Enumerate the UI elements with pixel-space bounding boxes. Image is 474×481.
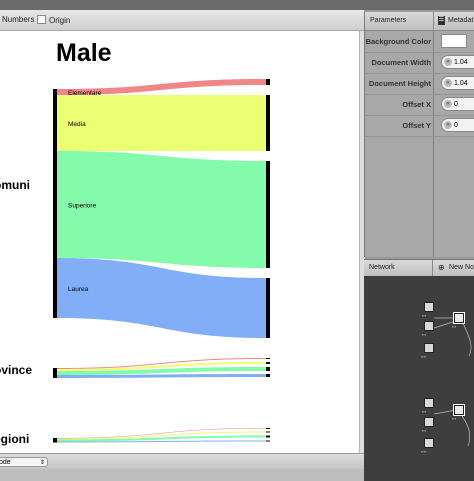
new-node-button[interactable]: New No [449, 264, 474, 271]
network-title: Network [369, 264, 395, 271]
source-node-bar [53, 438, 57, 443]
target-node-bar [266, 435, 270, 438]
group-label: ovince [0, 363, 32, 377]
parameter-value: 1.04 [454, 80, 468, 87]
connection-wire [433, 409, 457, 415]
target-node-bar [266, 95, 270, 151]
chevron-updown-icon: ⇕ [39, 460, 45, 466]
origin-checkbox[interactable] [37, 15, 46, 24]
header-divider [433, 12, 434, 30]
network-connections [433, 317, 472, 447]
document-canvas[interactable]: Male omuni Elementare Media Superiore Laurea… [0, 31, 359, 453]
node-label: ▪▪▪ [422, 409, 427, 414]
drag-handle-icon[interactable]: « [444, 79, 452, 87]
parameter-value: 0 [454, 101, 458, 108]
parameter-label: Offset X [402, 100, 431, 109]
target-node-bar [266, 161, 270, 268]
chart-title: Male [56, 39, 112, 67]
node-label: ▪▪▪ [452, 416, 457, 421]
network-node[interactable] [424, 398, 434, 408]
target-node-bar [266, 358, 270, 359]
metadata-icon[interactable]: ☰ [438, 16, 445, 25]
parameter-value-field[interactable]: «0 [441, 97, 474, 111]
window-top-strip [0, 0, 474, 10]
network-node-selected[interactable] [454, 405, 464, 415]
group-label: egioni [0, 432, 29, 446]
parameter-value: 1.04 [454, 59, 468, 66]
parameter-value-field[interactable]: «1.04 [441, 55, 474, 69]
group-label: omuni [0, 178, 30, 192]
flow-superiore [57, 151, 266, 268]
parameter-value-field[interactable]: «1.04 [441, 76, 474, 90]
drag-handle-icon[interactable]: « [444, 100, 452, 108]
node-label: ▪▪▪ [422, 332, 427, 337]
category-label: Media [68, 121, 86, 128]
source-node-bar [53, 89, 57, 318]
category-label: Laurea [68, 286, 89, 293]
flow-laurea [57, 258, 266, 338]
target-node-bar [266, 367, 270, 371]
network-node[interactable] [424, 438, 434, 448]
canvas-toolbar: Numbers Origin [0, 10, 364, 31]
canvas-bottom-bar: ode ⇕ [0, 453, 364, 470]
target-node-bar [266, 428, 270, 429]
node-label: ▪▪▪▪ [421, 354, 427, 359]
mode-select[interactable]: ode ⇕ [0, 457, 48, 467]
connection-wire [461, 415, 471, 447]
parameter-row: Background Color [365, 31, 474, 53]
network-node[interactable] [424, 417, 434, 427]
parameter-label: Document Height [368, 79, 431, 88]
parameter-value-field[interactable]: «0 [441, 118, 474, 132]
source-node-bar [53, 368, 57, 378]
parameter-row: Offset Y «0 [365, 115, 474, 137]
sankey-chart: Male omuni Elementare Media Superiore Laurea… [0, 39, 270, 446]
network-node-selected[interactable] [454, 313, 464, 323]
parameter-label: Background Color [365, 37, 431, 46]
network-node[interactable] [424, 343, 434, 353]
node-label: ▪▪▪ [422, 428, 427, 433]
parameter-row: Offset X «0 [365, 94, 474, 116]
target-node-bar [266, 79, 270, 85]
origin-option[interactable]: Origin [37, 15, 70, 25]
background-color-swatch[interactable] [441, 34, 467, 48]
parameter-label: Offset Y [402, 121, 431, 130]
category-label: Elementare [68, 90, 102, 97]
target-node-bar [266, 440, 270, 442]
parameters-header: Parameters ☰ Metadat [365, 12, 474, 31]
parameter-row: Document Width «1.04 [365, 52, 474, 74]
parameter-label: Document Width [371, 58, 431, 67]
target-node-bar [266, 431, 270, 433]
parameters-panel: Parameters ☰ Metadat Background Color Doc… [364, 12, 474, 257]
network-node[interactable] [424, 302, 434, 312]
target-node-bar [266, 374, 270, 377]
flow-media [57, 95, 266, 151]
target-node-bar [266, 278, 270, 338]
category-label: Superiore [68, 203, 97, 210]
connection-wire [461, 320, 472, 357]
node-label: ▪▪▪▪ [421, 449, 427, 454]
mode-select-value: ode [0, 459, 11, 466]
node-label: ▪▪▪ [452, 324, 457, 329]
target-node-bar [266, 362, 270, 364]
numbers-label: Numbers [2, 15, 35, 24]
network-view[interactable]: ▪▪▪ ▪▪▪ ▪▪▪▪ ▪▪▪ ▪▪▪ ▪▪▪ ▪▪▪▪ ▪▪▪ [364, 276, 474, 481]
tab-parameters[interactable]: Parameters [370, 17, 406, 24]
drag-handle-icon[interactable]: « [444, 58, 452, 66]
parameter-row: Document Height «1.04 [365, 73, 474, 95]
network-node[interactable] [424, 321, 434, 331]
plus-icon[interactable]: ⊕ [438, 263, 445, 272]
network-header-divider [432, 260, 433, 276]
network-header: Network ⊕ New No [364, 259, 474, 277]
tab-metadata[interactable]: Metadat [448, 17, 473, 24]
origin-label: Origin [49, 16, 71, 25]
drag-handle-icon[interactable]: « [444, 121, 452, 129]
status-strip [0, 469, 364, 481]
node-label: ▪▪▪ [422, 313, 427, 318]
numbers-option[interactable]: Numbers [2, 15, 34, 24]
parameter-value: 0 [454, 122, 458, 129]
